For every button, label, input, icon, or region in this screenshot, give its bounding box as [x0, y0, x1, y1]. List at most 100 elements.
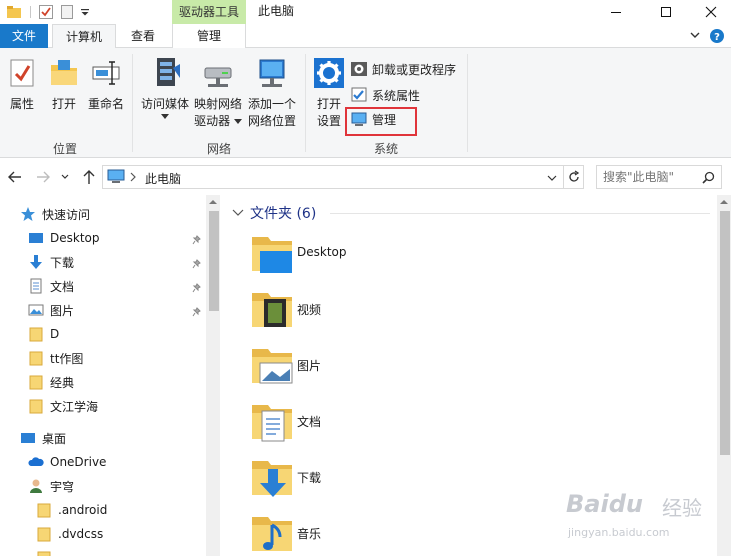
nav-item-folder-wenjiang[interactable]: 文江学海 — [28, 394, 98, 418]
breadcrumb-this-pc[interactable]: 此电脑 — [145, 170, 181, 187]
open-label: 打开 — [51, 97, 76, 111]
collapse-chevron-icon[interactable] — [232, 208, 244, 218]
properties-check-icon — [39, 5, 53, 19]
download-arrow-icon — [30, 255, 42, 269]
new-folder-qat-button[interactable] — [60, 2, 74, 22]
scroll-up-icon[interactable] — [209, 199, 217, 205]
downloads-folder-icon — [252, 461, 292, 497]
folder-documents[interactable]: 文档 — [250, 399, 470, 455]
recent-locations-chevron-icon[interactable] — [60, 168, 70, 186]
navigation-pane: 快速访问 Desktop 下载 文档 图片 D tt作图 经典 文江学海 桌面 … — [0, 195, 222, 556]
map-network-drive-button[interactable]: 映射网络 驱动器 — [193, 56, 243, 130]
search-box[interactable] — [596, 165, 722, 189]
folder-label: 文档 — [297, 415, 322, 429]
nav-item-folder-classic[interactable]: 经典 — [28, 370, 74, 394]
nav-user[interactable]: 宇穹 — [28, 474, 74, 498]
window-app-icon[interactable] — [6, 4, 22, 20]
breadcrumb-chevron-icon[interactable] — [129, 172, 137, 182]
nav-item-pictures[interactable]: 图片 — [28, 298, 74, 322]
pin-icon[interactable] — [192, 283, 202, 293]
up-arrow-icon[interactable] — [80, 168, 98, 186]
properties-button[interactable]: 属性 — [4, 56, 40, 113]
access-media-label: 访问媒体 — [140, 97, 189, 111]
close-button[interactable] — [688, 0, 731, 24]
folder-downloads[interactable]: 下载 — [250, 455, 470, 511]
nav-item-folder-d[interactable]: D — [28, 322, 59, 346]
folder-music[interactable]: 音乐 — [250, 511, 470, 556]
minimize-button[interactable] — [593, 0, 639, 24]
map-drive-icon — [204, 67, 232, 87]
properties-qat-button[interactable] — [38, 2, 54, 22]
nav-item-label: D — [50, 327, 60, 341]
nav-desktop[interactable]: 桌面 — [20, 426, 66, 450]
folder-icon — [37, 527, 51, 542]
folder-label: 音乐 — [297, 527, 322, 541]
nav-user-folder-partial[interactable] — [36, 546, 58, 556]
nav-scroll-thumb[interactable] — [209, 211, 219, 311]
tab-view[interactable]: 查看 — [120, 24, 166, 48]
rename-button[interactable]: 重命名 — [86, 56, 126, 113]
back-arrow-icon[interactable] — [6, 168, 24, 186]
map-drive-label-line1: 映射网络 — [193, 97, 242, 111]
add-network-location-button[interactable]: 添加一个 网络位置 — [246, 56, 298, 130]
properties-label: 属性 — [9, 97, 34, 111]
quick-access-toolbar — [6, 2, 22, 22]
folders-section-header[interactable]: 文件夹 (6) — [232, 203, 316, 223]
folder-desktop[interactable]: Desktop — [250, 231, 470, 287]
access-media-button[interactable]: 访问媒体 — [139, 56, 191, 120]
address-dropdown-icon[interactable] — [547, 174, 557, 182]
open-settings-label-line2: 设置 — [316, 114, 341, 128]
document-icon — [30, 278, 42, 294]
open-settings-button[interactable]: 打开 设置 — [311, 56, 347, 130]
network-location-icon — [259, 59, 285, 87]
pin-icon[interactable] — [192, 259, 202, 269]
maximize-button[interactable] — [643, 0, 689, 24]
nav-item-documents[interactable]: 文档 — [28, 274, 74, 298]
address-bar[interactable]: 此电脑 — [102, 165, 564, 189]
settings-gear-icon — [314, 58, 344, 88]
tab-file[interactable]: 文件 — [0, 24, 48, 48]
help-icon[interactable]: ? — [709, 28, 725, 44]
open-button[interactable]: 打开 — [48, 56, 80, 113]
folder-icon — [29, 399, 43, 414]
nav-user-folder[interactable]: .android — [36, 498, 107, 522]
close-icon — [705, 6, 717, 18]
nav-user-folder[interactable]: .dvdcss — [36, 522, 103, 546]
nav-item-label: tt作图 — [50, 351, 84, 366]
rename-icon — [92, 61, 120, 85]
uninstall-label: 卸载或更改程序 — [372, 62, 457, 77]
content-scroll-thumb[interactable] — [720, 211, 730, 455]
scroll-up-icon[interactable] — [720, 199, 728, 205]
baidu-jingyan-watermark: Baidu 经验 jingyan.baidu.com — [566, 488, 726, 548]
search-input[interactable] — [603, 170, 699, 184]
nav-pane-scrollbar[interactable] — [206, 195, 220, 556]
customize-qat-button[interactable] — [80, 2, 90, 22]
ribbon-separator — [132, 54, 133, 152]
tab-manage[interactable]: 管理 — [172, 24, 246, 48]
folder-label: 图片 — [297, 359, 322, 373]
pin-icon[interactable] — [192, 235, 202, 245]
minimize-icon — [611, 12, 621, 13]
nav-item-label: Desktop — [50, 231, 100, 245]
nav-item-label: 文江学海 — [50, 399, 99, 414]
nav-item-downloads[interactable]: 下载 — [28, 250, 74, 274]
maximize-icon — [661, 7, 671, 17]
nav-item-folder-tt[interactable]: tt作图 — [28, 346, 83, 370]
forward-arrow-icon[interactable] — [34, 168, 52, 186]
pin-icon[interactable] — [192, 307, 202, 317]
uninstall-programs-button[interactable]: 卸载或更改程序 — [350, 58, 456, 80]
refresh-button[interactable] — [564, 165, 584, 189]
minimize-ribbon-icon[interactable] — [689, 29, 701, 41]
refresh-icon — [569, 170, 580, 182]
nav-item-label: 经典 — [50, 375, 75, 390]
tab-computer[interactable]: 计算机 — [52, 24, 116, 49]
add-location-label-line1: 添加一个 — [247, 97, 296, 111]
search-icon[interactable] — [702, 171, 715, 184]
nav-item-desktop[interactable]: Desktop — [28, 226, 100, 250]
nav-quick-access[interactable]: 快速访问 — [20, 202, 90, 226]
nav-onedrive[interactable]: OneDrive — [28, 450, 106, 474]
folder-videos[interactable]: 视频 — [250, 287, 470, 343]
system-properties-button[interactable]: 系统属性 — [350, 84, 420, 106]
nav-item-label: 下载 — [50, 255, 75, 270]
folder-pictures[interactable]: 图片 — [250, 343, 470, 399]
